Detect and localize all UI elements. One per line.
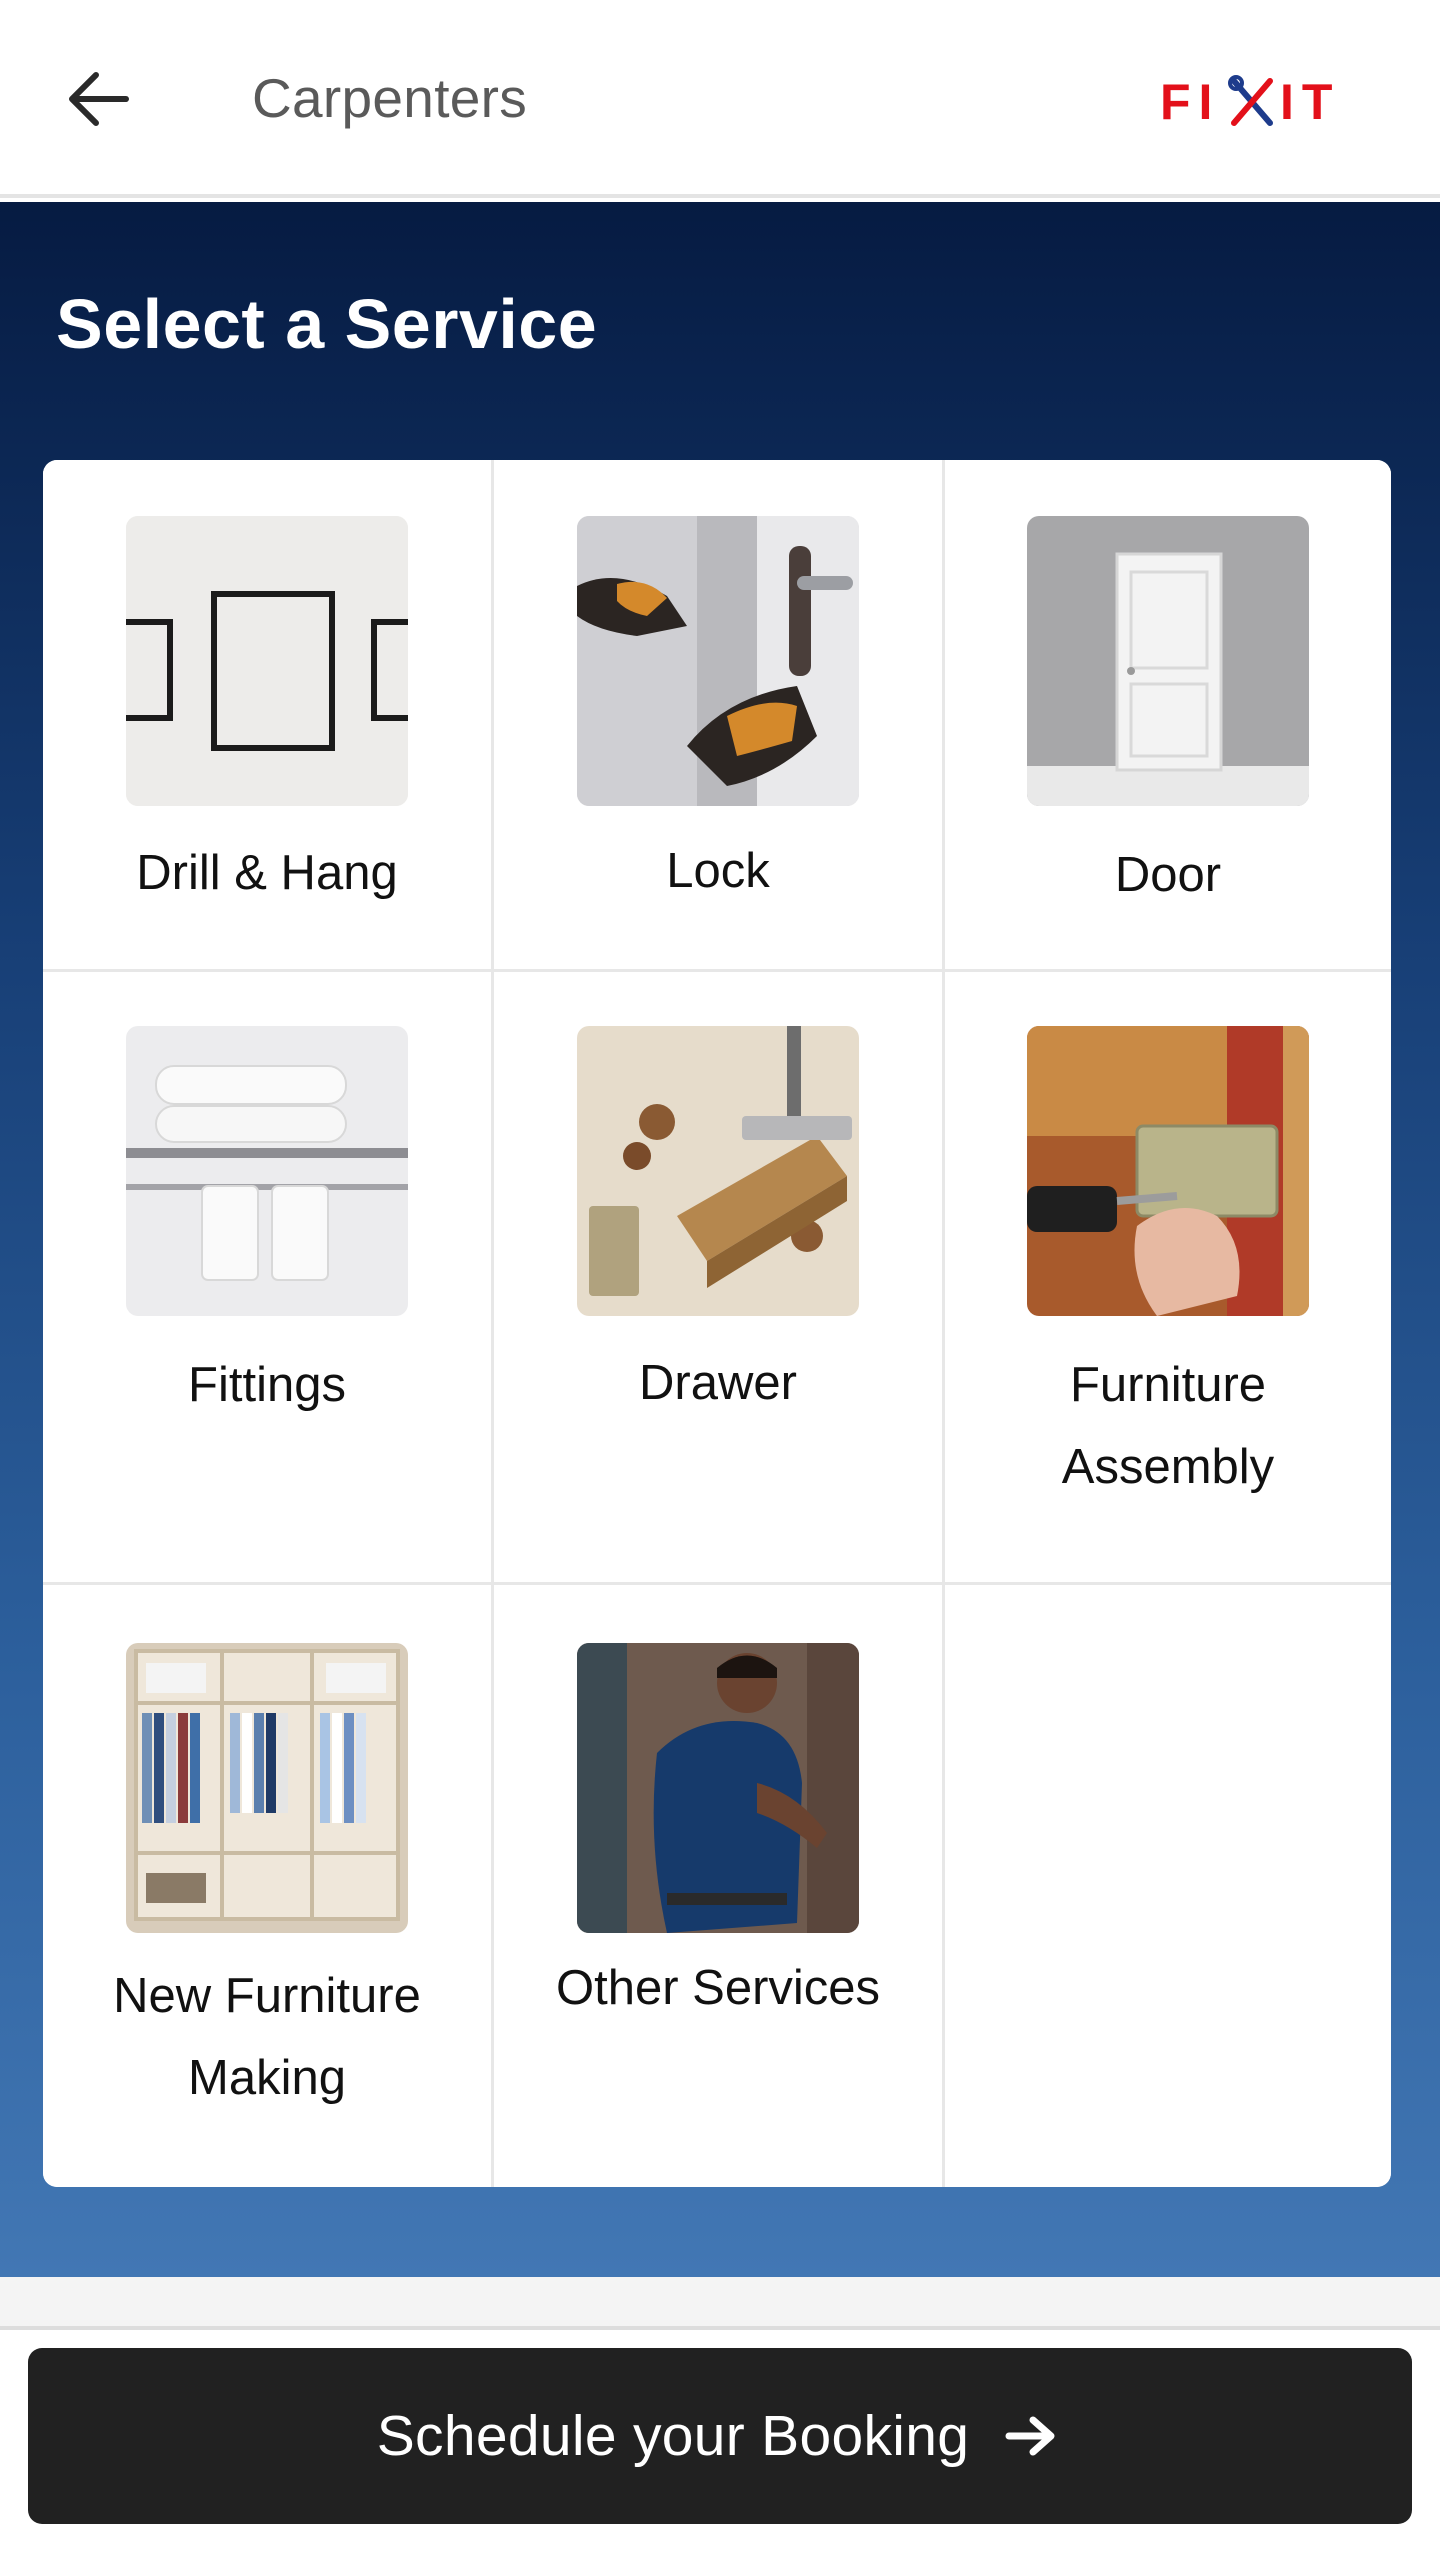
carpenters-screen: Carpenters FI IT Select a Service Drill … [0, 0, 1440, 2560]
service-label: Drill & Hang [136, 846, 398, 900]
door-lock-image [577, 516, 859, 806]
svg-text:FI: FI [1160, 74, 1220, 130]
wardrobe-image [126, 1643, 408, 1933]
service-tile-drill-hang[interactable]: Drill & Hang [43, 460, 494, 972]
section-title: Select a Service [56, 285, 598, 363]
fixit-logo: FI IT [1160, 60, 1350, 140]
app-bar: Carpenters FI IT [0, 0, 1440, 198]
service-label: Lock [666, 844, 770, 898]
svg-text:IT: IT [1280, 74, 1340, 130]
service-tile-new-furniture-making[interactable]: New Furniture Making [43, 1585, 494, 2187]
service-label: Drawer [639, 1356, 797, 1410]
service-grid: Drill & Hang Lock Door Fittings Drawer F… [43, 460, 1391, 2187]
service-tile-door[interactable]: Door [945, 460, 1391, 972]
carpenter-worker-image [577, 1643, 859, 1933]
service-tile-fittings[interactable]: Fittings [43, 972, 494, 1585]
door-image [1027, 516, 1309, 806]
service-label: Other Services [555, 1961, 881, 2015]
schedule-booking-button[interactable]: Schedule your Booking [28, 2348, 1412, 2524]
service-section: Select a Service Drill & Hang Lock Door … [0, 202, 1440, 2277]
empty-tile [945, 1585, 1391, 2187]
page-title: Carpenters [252, 67, 528, 129]
service-label: Fittings [188, 1358, 346, 1412]
picture-frames-image [126, 516, 408, 806]
service-tile-furniture-assembly[interactable]: Furniture Assembly [945, 972, 1391, 1585]
service-label: Furniture Assembly [1061, 1358, 1275, 1494]
back-button[interactable] [58, 62, 138, 136]
service-tile-drawer[interactable]: Drawer [494, 972, 945, 1585]
arrow-left-icon [69, 72, 129, 126]
furniture-assembly-image [1027, 1026, 1309, 1316]
drawer-hinge-image [577, 1026, 859, 1316]
service-tile-other-services[interactable]: Other Services [494, 1585, 945, 2187]
service-label: New Furniture Making [113, 1969, 421, 2105]
arrow-right-icon [1005, 2413, 1063, 2459]
towel-rack-image [126, 1026, 408, 1316]
service-tile-lock[interactable]: Lock [494, 460, 945, 972]
service-label: Door [1114, 848, 1222, 902]
schedule-booking-label: Schedule your Booking [376, 2404, 970, 2468]
fixit-logo-mark: FI IT [1160, 74, 1340, 130]
